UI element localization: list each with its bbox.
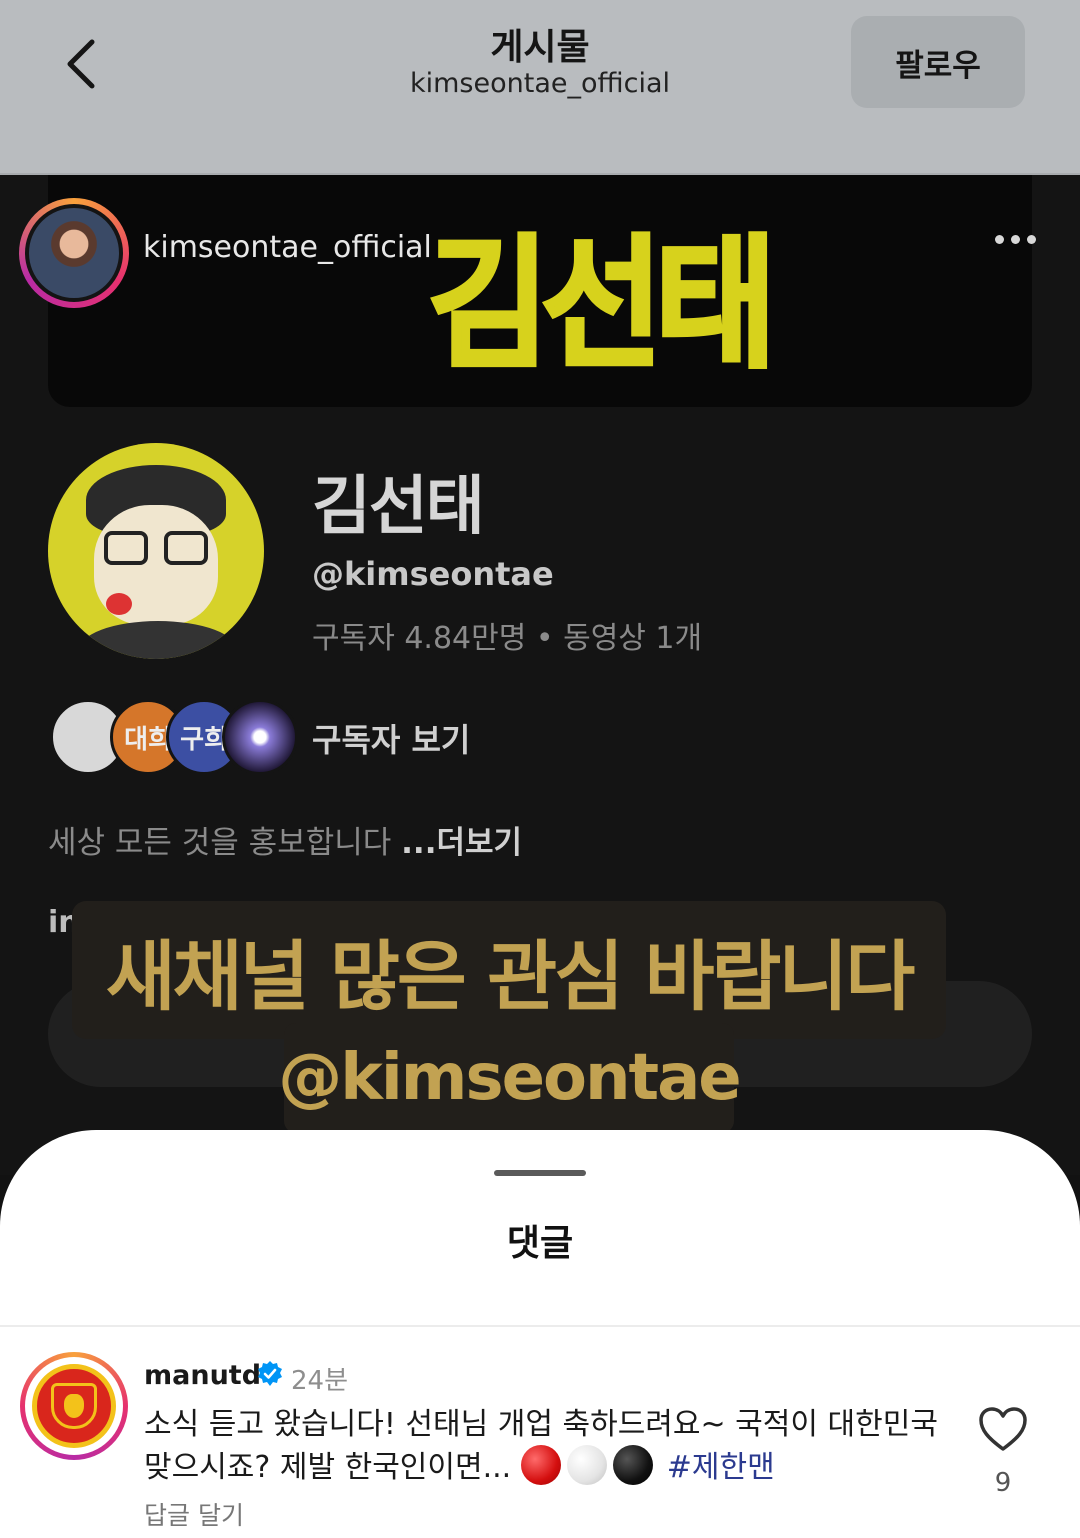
comments-sheet: 댓글 manutd 24분 소식 듣고 왔습니다! 선태님 개업 축하드려요~ …	[0, 1130, 1080, 1538]
channel-description: 세상 모든 것을 홍보합니다 ...더보기	[48, 825, 523, 861]
white-circle-icon	[566, 1445, 607, 1485]
red-circle-icon	[520, 1445, 561, 1485]
subscriber-avatars: 대희 구희	[50, 699, 298, 775]
reply-button[interactable]: 답글 달기	[144, 1496, 244, 1532]
black-circle-icon	[612, 1445, 653, 1485]
comment-time: 24분	[291, 1366, 349, 1396]
comment-avatar[interactable]	[20, 1352, 128, 1460]
post-username[interactable]: kimseontae_official	[143, 230, 432, 265]
overlay-text-line2: @kimseontae	[278, 1023, 742, 1133]
view-subscribers-label: 구독자 보기	[312, 721, 471, 759]
comment-text: 소식 듣고 왔습니다! 선태님 개업 축하드려요~ 국적이 대한민국 맞으시죠?…	[144, 1407, 938, 1485]
post-media[interactable]: 김선태 kimseontae_official 김선태 @kimseontae …	[0, 175, 1080, 1175]
top-bar: 게시물 kimseontae_official 팔로우	[0, 0, 1080, 175]
divider	[0, 1325, 1080, 1327]
channel-stats: 구독자 4.84만명 • 동영상 1개	[312, 621, 703, 656]
post-author-avatar[interactable]	[19, 198, 129, 308]
avatar-image	[25, 204, 123, 302]
comment-username[interactable]: manutd	[144, 1360, 261, 1391]
channel-avatar	[48, 443, 264, 659]
sheet-drag-handle[interactable]	[494, 1170, 586, 1176]
hashtag-link[interactable]: #제한맨	[667, 1450, 775, 1485]
heart-icon[interactable]	[978, 1406, 1028, 1452]
subscriber-avatar	[222, 699, 298, 775]
like-count: 9	[994, 1468, 1012, 1498]
more-link: ...더보기	[401, 825, 523, 861]
follow-button[interactable]: 팔로우	[851, 16, 1025, 108]
verified-badge-icon	[258, 1361, 282, 1386]
manutd-crest-icon	[32, 1364, 116, 1448]
more-options-icon[interactable]	[995, 235, 1036, 244]
comments-title: 댓글	[506, 1223, 574, 1264]
channel-handle: @kimseontae	[312, 555, 554, 593]
overlay-text-line1: 새채널 많은 관심 바랍니다	[72, 901, 946, 1039]
banner-logo: 김선태	[426, 220, 778, 391]
channel-banner: 김선태	[48, 175, 1032, 407]
channel-name: 김선태	[312, 470, 485, 544]
